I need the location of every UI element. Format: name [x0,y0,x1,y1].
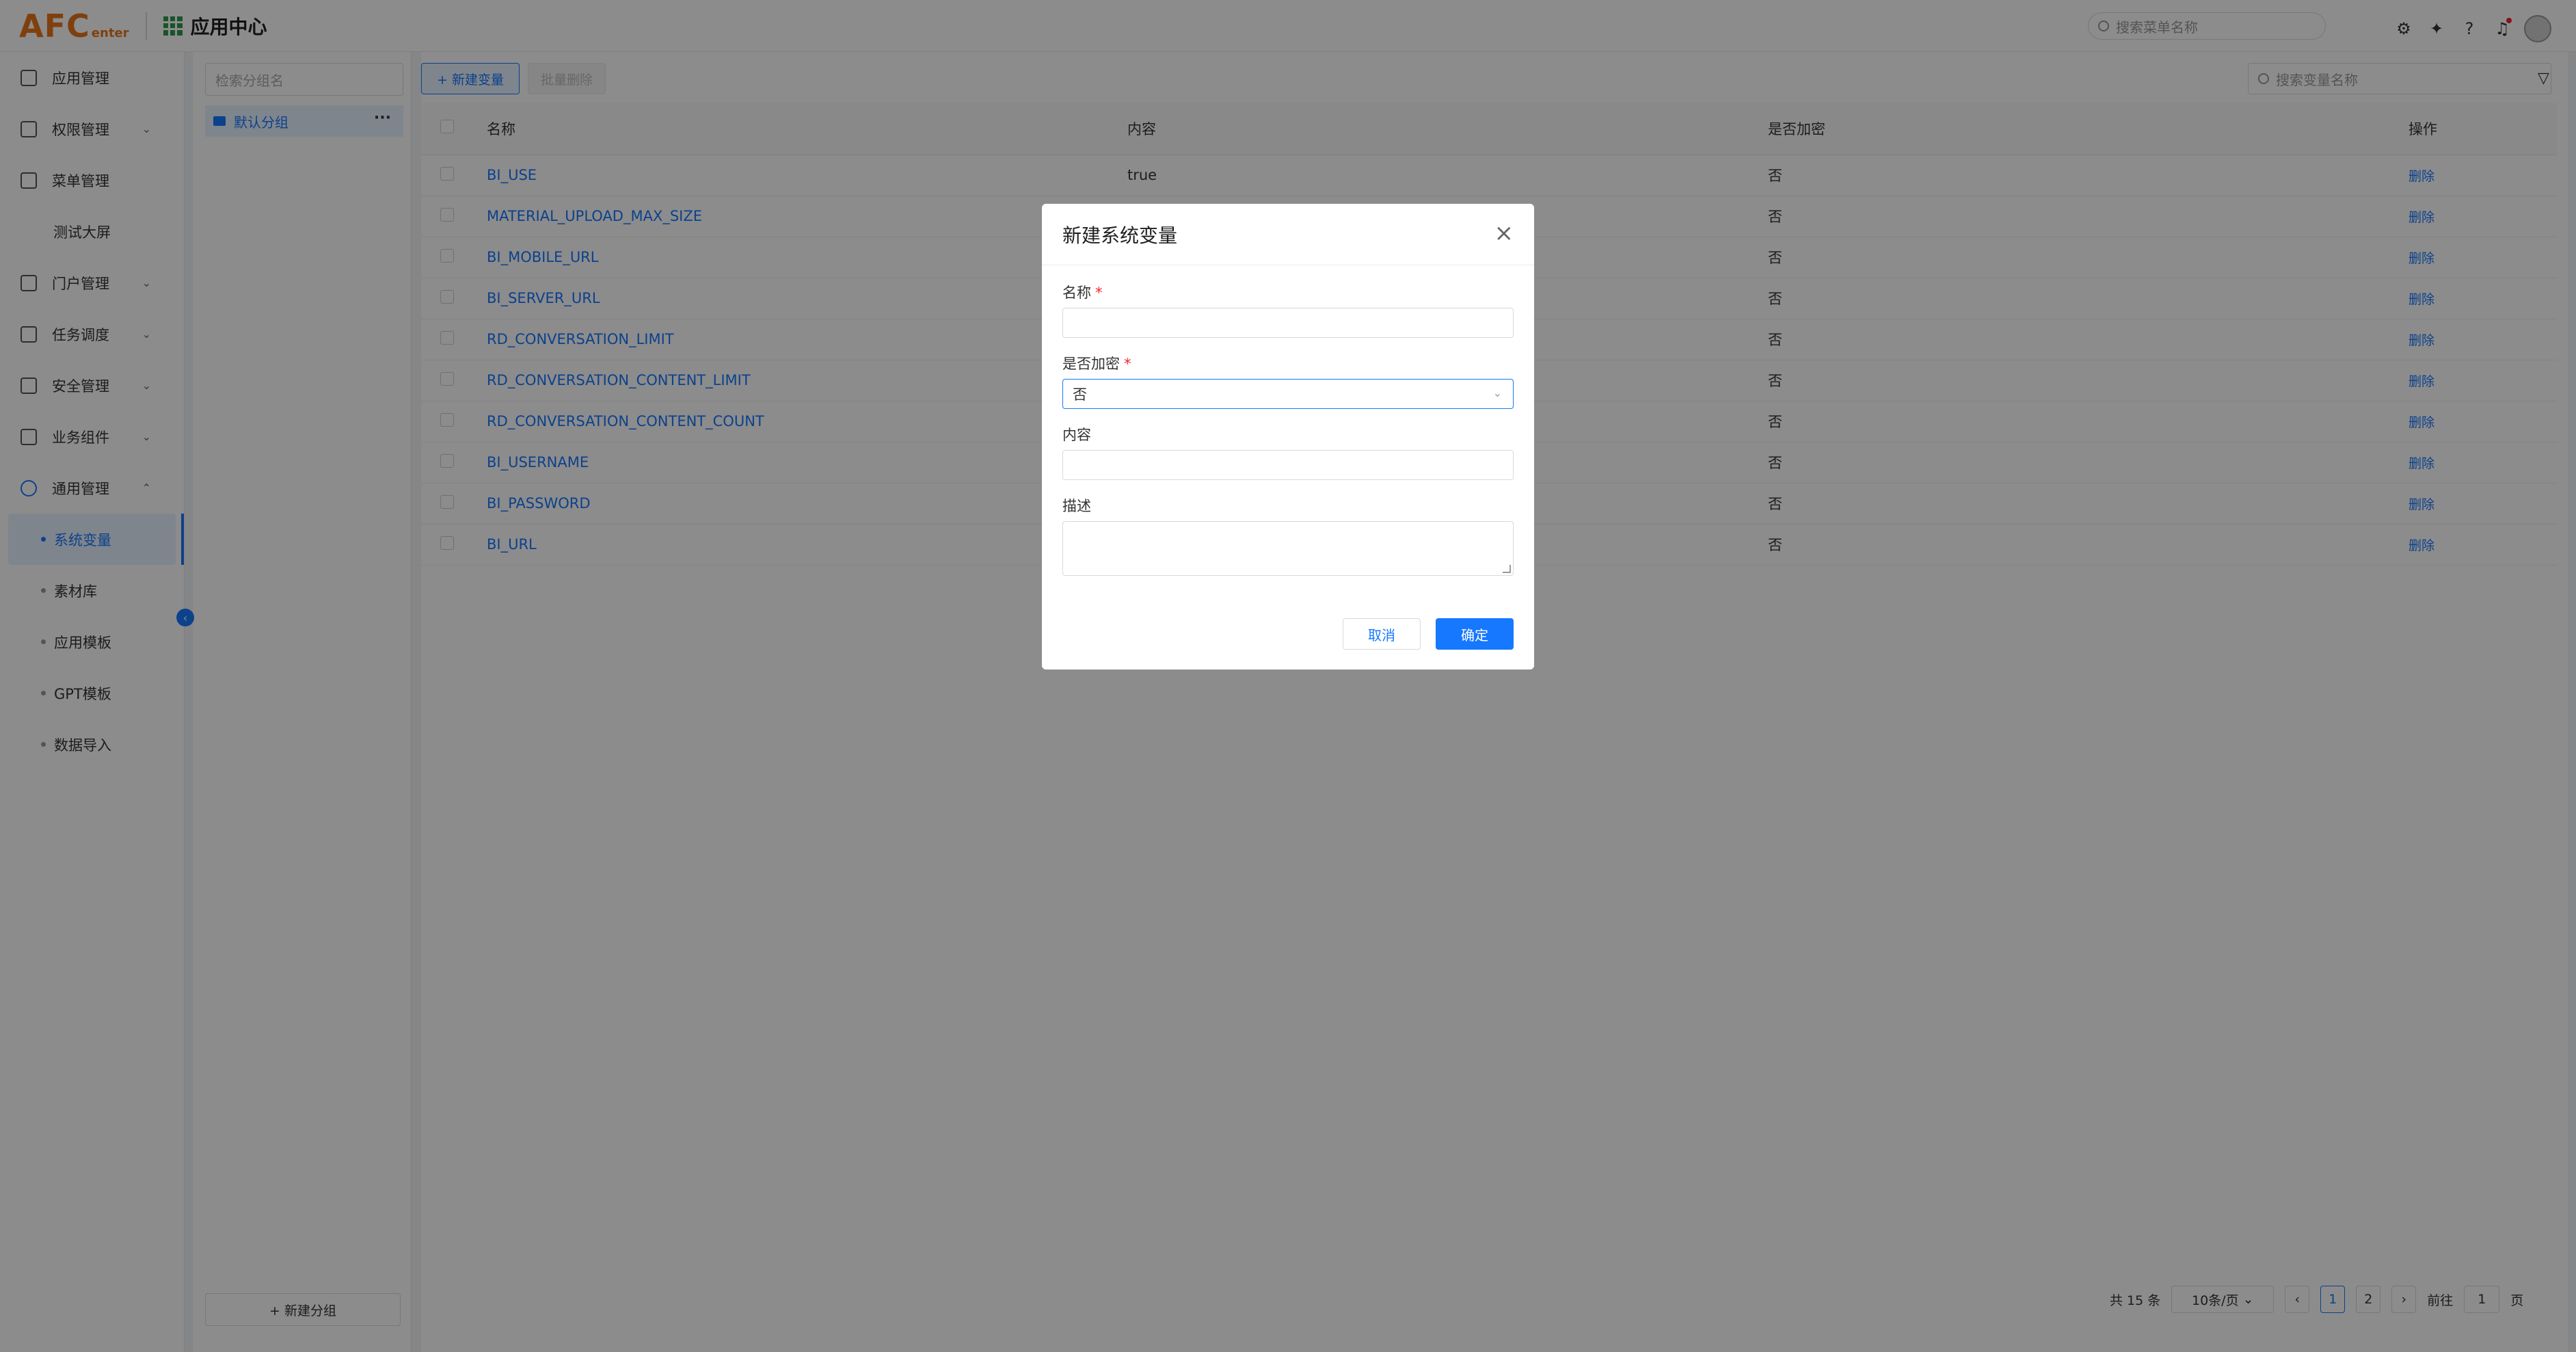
name-label: 名称 * [1062,282,1103,302]
encrypt-select[interactable]: 否 ⌄ [1062,379,1514,409]
name-label-text: 名称 [1062,284,1091,301]
name-input[interactable] [1062,308,1514,338]
dialog-title: 新建系统变量 [1062,224,1178,247]
encrypt-label: 是否加密 * [1062,353,1131,373]
encrypt-label-text: 是否加密 [1062,356,1120,372]
cancel-button[interactable]: 取消 [1343,618,1421,650]
content-label: 内容 [1062,427,1091,443]
modal-mask[interactable] [0,0,2576,1352]
new-variable-dialog: 新建系统变量 × 名称 * 是否加密 * 否 ⌄ 内容 描述 取消 确定 [1042,204,1534,670]
encrypt-select-value: 否 [1073,386,1087,403]
chevron-down-icon: ⌄ [1492,386,1502,399]
dialog-header: 新建系统变量 × [1042,204,1534,265]
required-mark: * [1095,284,1103,301]
confirm-button[interactable]: 确定 [1436,618,1514,650]
close-icon[interactable]: × [1494,222,1514,245]
required-mark: * [1124,356,1131,372]
description-label: 描述 [1062,498,1091,514]
content-input[interactable] [1062,450,1514,480]
description-textarea[interactable] [1062,521,1514,576]
